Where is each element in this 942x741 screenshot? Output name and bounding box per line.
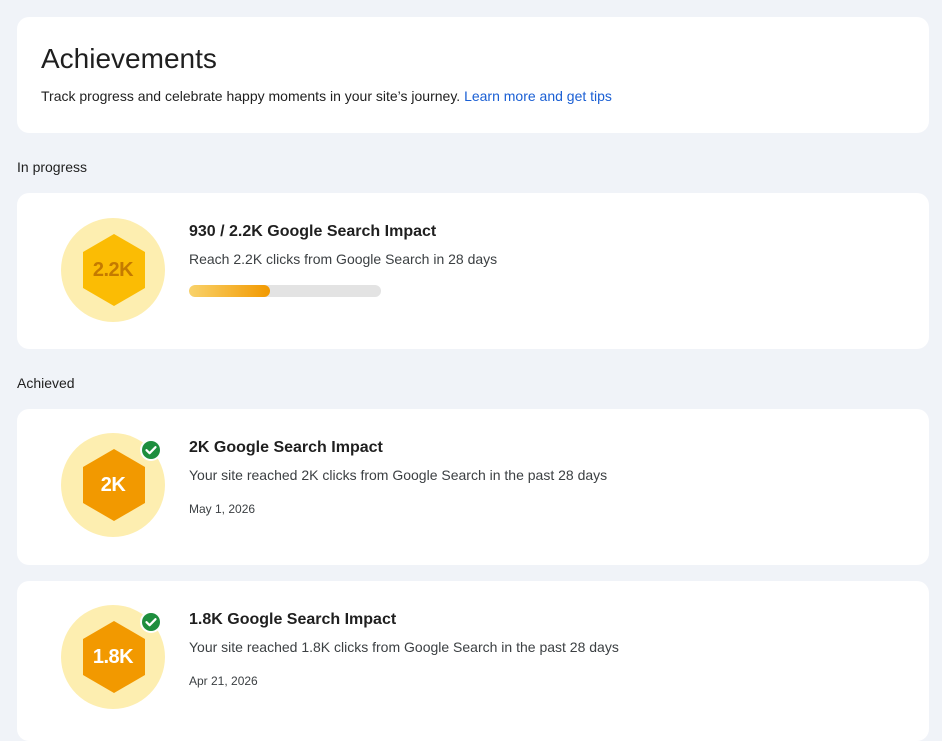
page-subtitle: Track progress and celebrate happy momen… (41, 86, 612, 106)
check-circle-icon (140, 439, 162, 461)
header-card: Achievements Track progress and celebrat… (17, 17, 929, 133)
learn-more-link[interactable]: Learn more and get tips (464, 88, 612, 104)
achievement-title: 1.8K Google Search Impact (189, 611, 397, 628)
progress-bar-fill (189, 285, 270, 297)
achievement-badge: 1.8K (61, 605, 165, 709)
progress-bar (189, 285, 381, 297)
section-label-in-progress: In progress (17, 159, 88, 175)
check-circle-icon (140, 611, 162, 633)
achievement-card-in-progress: 2.2K 930 / 2.2K Google Search Impact Rea… (17, 193, 929, 349)
achievement-badge: 2K (61, 433, 165, 537)
subtitle-text: Track progress and celebrate happy momen… (41, 88, 461, 104)
achievement-card-2k: 2K 2K Google Search Impact Your site rea… (17, 409, 929, 565)
achievement-date: May 1, 2026 (189, 502, 256, 516)
achievement-badge: 2.2K (61, 218, 165, 322)
achievement-card-1-8k: 1.8K 1.8K Google Search Impact Your site… (17, 581, 929, 741)
achievement-description: Your site reached 1.8K clicks from Googl… (189, 639, 619, 655)
page-title: Achievements (41, 43, 217, 74)
section-label-achieved: Achieved (17, 375, 75, 391)
badge-label: 2.2K (92, 258, 134, 281)
achievement-date: Apr 21, 2026 (189, 674, 258, 688)
achievement-description: Reach 2.2K clicks from Google Search in … (189, 251, 498, 267)
achievement-title: 2K Google Search Impact (189, 439, 383, 456)
achievement-title: 930 / 2.2K Google Search Impact (189, 223, 437, 240)
achievement-description: Your site reached 2K clicks from Google … (189, 467, 608, 483)
